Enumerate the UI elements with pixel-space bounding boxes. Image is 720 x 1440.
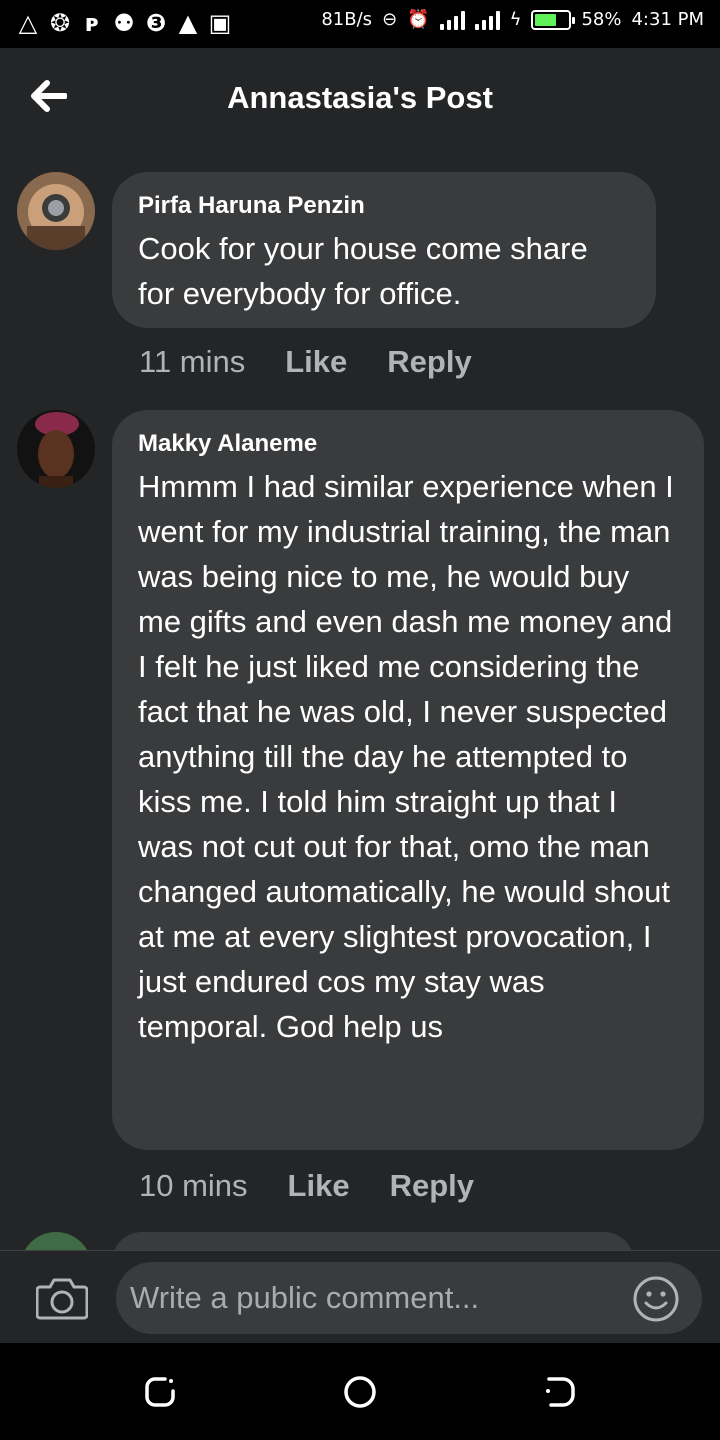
warning-icon: ▲ <box>178 9 198 37</box>
signal-icon <box>474 10 500 30</box>
like-button[interactable]: Like <box>285 344 347 380</box>
b-icon: ❸ <box>145 9 167 37</box>
status-indicators: 81B/s ⊖ ⏰ ϟ 58% 4:31 PM <box>321 9 704 30</box>
comment-text: Hmmm I had similar experience when I wen… <box>138 469 674 1044</box>
comment-time[interactable]: 11 mins <box>139 344 245 380</box>
comment-bubble: Pirfa Haruna Penzin Cook for your house … <box>112 172 656 328</box>
emoji-icon <box>633 1276 679 1322</box>
recent-apps-icon <box>145 1377 175 1407</box>
comment-input-placeholder: Write a public comment... <box>130 1280 480 1315</box>
reply-button[interactable]: Reply <box>387 344 471 380</box>
camera-button[interactable] <box>35 1275 89 1321</box>
comment-partial <box>0 1230 720 1250</box>
p-icon: ᴘ <box>85 9 99 37</box>
p-icon: ⚉ <box>113 9 135 37</box>
home-button[interactable] <box>343 1375 377 1409</box>
status-bar: △ ❂ ᴘ ⚉ ❸ ▲ ▣ 81B/s ⊖ ⏰ ϟ 58% 4:31 PM <box>0 0 720 48</box>
comment-input[interactable]: Write a public comment... <box>116 1262 702 1334</box>
camera-icon <box>35 1278 89 1320</box>
image-icon: ▣ <box>208 9 232 37</box>
comment-actions: 11 mins Like Reply <box>139 344 472 380</box>
avatar[interactable] <box>17 410 95 488</box>
comment-time[interactable]: 10 mins <box>139 1168 248 1204</box>
clock: 4:31 PM <box>631 9 704 30</box>
notification-icons: △ ❂ ᴘ ⚉ ❸ ▲ ▣ <box>16 9 232 37</box>
comment-author[interactable]: Makky Alaneme <box>138 430 678 458</box>
comment-author[interactable]: Pirfa Haruna Penzin <box>138 192 630 220</box>
back-nav-icon <box>546 1377 575 1407</box>
like-button[interactable]: Like <box>288 1168 350 1204</box>
comment-bubble: Makky Alaneme Hmmm I had similar experie… <box>112 410 704 1150</box>
battery-icon <box>531 9 576 30</box>
avatar[interactable] <box>20 1232 92 1250</box>
net-speed: 81B/s <box>321 9 373 30</box>
back-nav-button[interactable] <box>543 1375 577 1409</box>
home-icon <box>344 1376 376 1408</box>
avatar[interactable] <box>17 172 95 250</box>
emoji-button[interactable] <box>632 1275 680 1323</box>
comment-bubble <box>112 1232 634 1250</box>
app-header: Annastasia's Post <box>0 48 720 148</box>
app-icon: ❂ <box>49 9 71 37</box>
page-title: Annastasia's Post <box>227 80 493 115</box>
recent-apps-button[interactable] <box>143 1375 177 1409</box>
battery-percent: 58% <box>581 9 622 30</box>
comment-text: Cook for your house come share for every… <box>138 231 588 311</box>
reply-button[interactable]: Reply <box>390 1168 474 1204</box>
comment-actions: 10 mins Like Reply <box>139 1168 474 1204</box>
charging-icon: ϟ <box>509 9 522 30</box>
system-nav-bar <box>0 1343 720 1440</box>
signal-icon <box>439 10 465 30</box>
alarm-icon: ⏰ <box>407 9 430 30</box>
comment-composer: Write a public comment... <box>0 1250 720 1344</box>
warning-outline-icon: △ <box>18 9 38 37</box>
dnd-icon: ⊖ <box>382 9 398 30</box>
